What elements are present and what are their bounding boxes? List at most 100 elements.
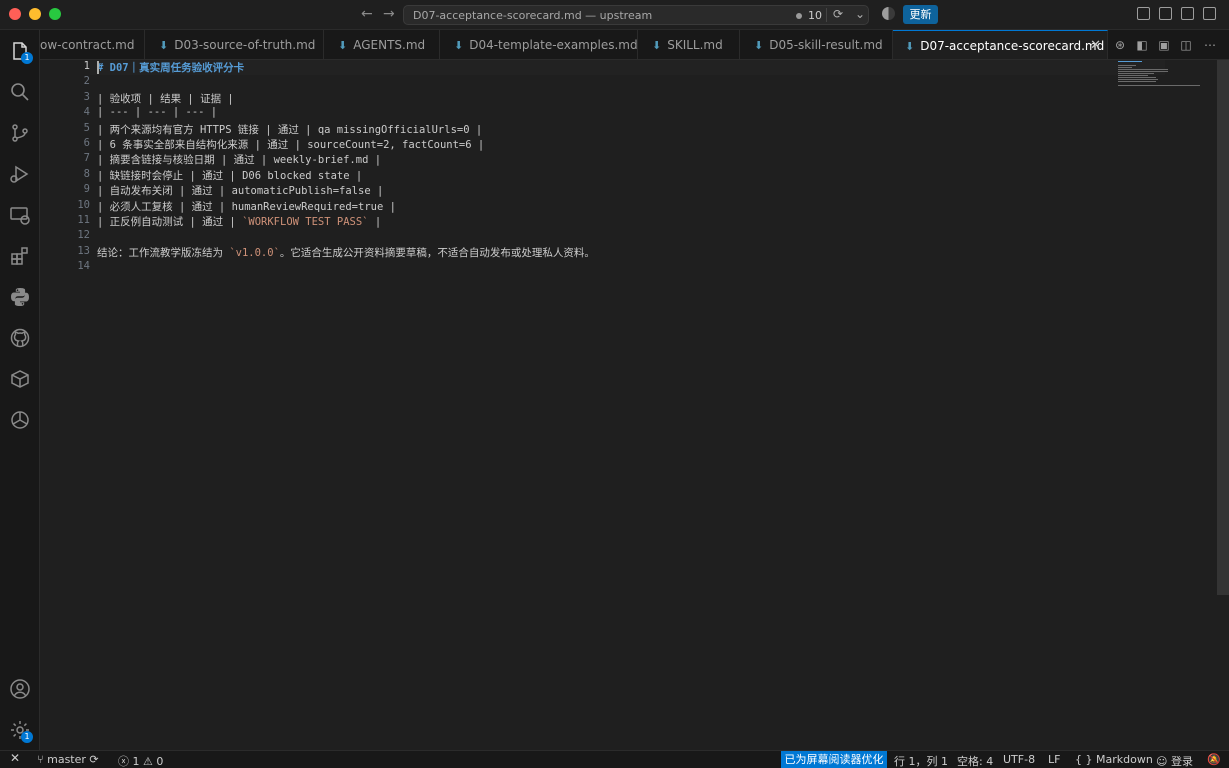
branch-icon: ⑂ xyxy=(37,753,44,766)
notifications-bell-icon[interactable]: 🔕 xyxy=(1207,753,1221,766)
command-center-divider xyxy=(826,8,827,22)
markdown-file-icon: ⬇ xyxy=(338,39,348,52)
error-count: 1 xyxy=(132,755,140,768)
update-button[interactable]: 更新 xyxy=(903,5,938,24)
toggle-primary-sidebar-icon[interactable] xyxy=(1137,7,1150,20)
tab-agents[interactable]: ⬇ AGENTS.md xyxy=(324,30,440,59)
code-line[interactable]: | 自动发布关闭 | 通过 | automaticPublish=false | xyxy=(97,183,383,198)
split-editor-icon[interactable]: ◫ xyxy=(1179,38,1193,52)
open-changes-icon[interactable]: ▣ xyxy=(1157,38,1171,52)
extensions-icon[interactable] xyxy=(9,245,31,267)
code-line[interactable]: | 验收项 | 结果 | 证据 | xyxy=(97,91,234,106)
settings-gear-icon[interactable]: 1 xyxy=(9,719,33,743)
cursor-position[interactable]: 行 1，列 1 xyxy=(894,753,948,768)
open-preview-side-icon[interactable]: ◧ xyxy=(1135,38,1149,52)
copilot-icon: ☺ xyxy=(1156,755,1168,768)
minimap-line xyxy=(1118,79,1158,80)
window-close-button[interactable] xyxy=(9,8,21,20)
encoding[interactable]: UTF-8 xyxy=(1003,753,1035,766)
remote-indicator-icon[interactable]: ✕ xyxy=(10,751,20,765)
minimap-line xyxy=(1118,61,1142,62)
tab-d07-acceptance-scorecard[interactable]: ⬇ D07-acceptance-scorecard.md ✕ xyxy=(893,30,1108,59)
tab-label: D05-skill-result.md xyxy=(769,38,883,52)
language-label: Markdown xyxy=(1096,753,1153,766)
tab-d05-skill-result[interactable]: ⬇ D05-skill-result.md xyxy=(740,30,893,59)
branch-indicator[interactable]: ⑂ master ⟳ xyxy=(37,753,99,766)
python-icon[interactable] xyxy=(9,286,31,308)
code-text: 。它适合生成公开资料摘要草稿，不适合自动发布或处理私人资料。 xyxy=(279,246,595,259)
sync-icon[interactable]: ⟳ xyxy=(833,7,843,21)
github-icon[interactable] xyxy=(9,327,31,349)
code-line[interactable]: | 摘要含链接与核验日期 | 通过 | weekly-brief.md | xyxy=(97,152,381,167)
code-line[interactable]: 结论：工作流教学版冻结为 `v1.0.0`。它适合生成公开资料摘要草稿，不适合自… xyxy=(97,245,595,260)
window-minimize-button[interactable] xyxy=(29,8,41,20)
status-bar: ✕ ⑂ master ⟳ ⓧ 1 ⚠ 0 已为屏幕阅读器优化 行 1，列 1 空… xyxy=(0,750,1229,768)
source-control-icon[interactable] xyxy=(9,122,31,144)
close-icon[interactable]: ✕ xyxy=(1090,31,1101,59)
tab-d03-source-of-truth[interactable]: ⬇ D03-source-of-truth.md xyxy=(145,30,324,59)
run-debug-icon[interactable] xyxy=(9,163,31,185)
account-status[interactable]: ☺ 登录 xyxy=(1156,753,1193,768)
search-icon[interactable] xyxy=(9,81,31,103)
indentation[interactable]: 空格: 4 xyxy=(957,753,993,768)
code-text: | xyxy=(368,216,382,228)
toggle-panel-icon[interactable] xyxy=(1181,7,1194,20)
vertical-scrollbar[interactable] xyxy=(1217,60,1229,595)
code-line[interactable]: | 两个来源均有官方 HTTPS 链接 | 通过 | qa missingOff… xyxy=(97,122,482,137)
editor-area[interactable]: 1 2 3 4 5 6 7 8 9 10 11 12 13 14 # D07｜真… xyxy=(40,60,1229,750)
code-text: 结论：工作流教学版冻结为 xyxy=(97,246,230,259)
warning-count: 0 xyxy=(156,755,164,768)
tab-label: D03-source-of-truth.md xyxy=(174,38,316,52)
minimap-line xyxy=(1118,65,1136,66)
sync-icon: ⟳ xyxy=(89,753,99,766)
code-line[interactable]: | 缺链接时会停止 | 通过 | D06 blocked state | xyxy=(97,168,362,183)
tab-skill[interactable]: ⬇ SKILL.md xyxy=(638,30,740,59)
line-number: 3 xyxy=(83,90,90,103)
minimap-line xyxy=(1118,85,1200,86)
back-arrow-icon[interactable]: ← xyxy=(361,6,373,22)
copilot-chat-icon[interactable]: ⊛ xyxy=(1113,38,1127,52)
inline-code: `v1.0.0` xyxy=(229,246,280,259)
warning-icon: ⚠ xyxy=(143,755,153,768)
toggle-secondary-sidebar-icon[interactable] xyxy=(1203,7,1216,20)
command-center[interactable]: D07-acceptance-scorecard.md — upstream 1… xyxy=(403,5,869,25)
end-of-line[interactable]: LF xyxy=(1048,753,1060,766)
minimap[interactable] xyxy=(1116,60,1216,90)
current-line-highlight xyxy=(90,60,1165,75)
line-number: 6 xyxy=(83,137,90,149)
window-title: D07-acceptance-scorecard.md — upstream xyxy=(413,9,653,22)
code-line-heading[interactable]: # D07｜真实周任务验收评分卡 xyxy=(97,60,244,75)
code-line[interactable]: | 6 条事实全部来自结构化来源 | 通过 | sourceCount=2, f… xyxy=(97,137,484,152)
window-maximize-button[interactable] xyxy=(49,8,61,20)
customize-layout-icon[interactable] xyxy=(1159,7,1172,20)
minimap-line xyxy=(1118,67,1132,68)
tab-label: D04-template-examples.md xyxy=(469,38,638,52)
forward-arrow-icon[interactable]: → xyxy=(383,6,395,22)
remote-explorer-icon[interactable] xyxy=(9,204,31,226)
more-actions-icon[interactable]: ⋯ xyxy=(1203,38,1217,52)
problems-indicator[interactable]: ⓧ 1 ⚠ 0 xyxy=(118,753,163,768)
code-line[interactable]: | 正反例自动测试 | 通过 | `WORKFLOW TEST PASS` | xyxy=(97,214,381,229)
chevron-down-icon[interactable]: ⌄ xyxy=(855,7,865,21)
explorer-icon[interactable]: 1 xyxy=(9,40,33,64)
tab-workflow-contract[interactable]: ow-contract.md xyxy=(40,30,145,59)
line-number: 1 xyxy=(83,60,90,72)
line-number: 4 xyxy=(83,106,90,119)
copilot-status-icon[interactable] xyxy=(882,7,895,20)
settings-badge: 1 xyxy=(21,731,33,743)
screen-reader-mode[interactable]: 已为屏幕阅读器优化 xyxy=(781,751,887,768)
code-line[interactable]: | 必须人工复核 | 通过 | humanReviewRequired=true… xyxy=(97,199,396,214)
minimap-line xyxy=(1118,75,1148,76)
minimap-line xyxy=(1118,77,1156,78)
account-icon[interactable] xyxy=(9,678,31,700)
tab-label: D07-acceptance-scorecard.md xyxy=(920,39,1105,53)
line-number: 12 xyxy=(77,229,90,242)
language-mode[interactable]: { } Markdown xyxy=(1075,753,1153,766)
markdown-file-icon: ⬇ xyxy=(905,40,915,53)
tab-d04-template-examples[interactable]: ⬇ D04-template-examples.md xyxy=(440,30,638,59)
containers-icon[interactable] xyxy=(9,368,31,390)
line-number: 9 xyxy=(83,183,90,196)
openai-icon[interactable] xyxy=(9,409,31,431)
code-line[interactable]: | --- | --- | --- | xyxy=(97,106,217,118)
account-label: 登录 xyxy=(1170,755,1193,768)
